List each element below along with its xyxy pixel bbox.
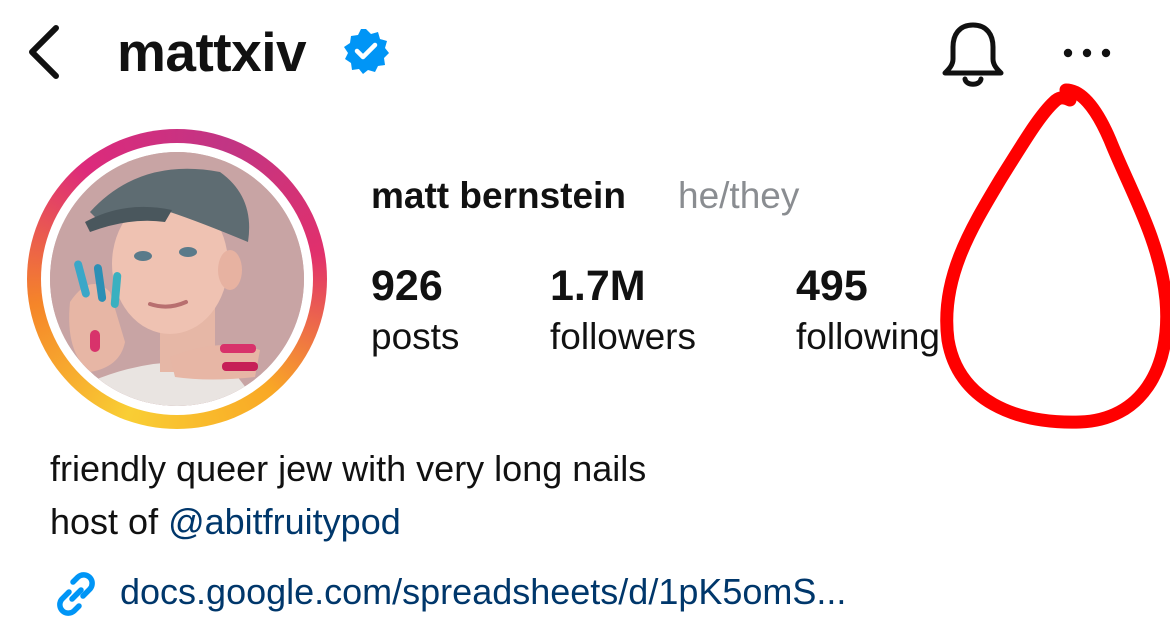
- bio-mention-link[interactable]: @abitfruitypod: [168, 501, 401, 542]
- back-button[interactable]: [18, 20, 78, 84]
- following-count[interactable]: 495: [796, 261, 868, 311]
- pronouns: he/they: [678, 175, 800, 216]
- bell-icon: [942, 22, 1004, 87]
- posts-count[interactable]: 926: [371, 261, 443, 311]
- more-options-button[interactable]: [1058, 38, 1118, 68]
- link-icon: [48, 566, 104, 622]
- verified-badge-icon: [342, 27, 390, 75]
- display-name: matt bernstein: [371, 175, 626, 216]
- followers-count[interactable]: 1.7M: [550, 261, 646, 311]
- posts-label[interactable]: posts: [371, 314, 459, 360]
- bio-external-link[interactable]: docs.google.com/spreadsheets/d/1pK5omS..…: [120, 569, 846, 615]
- red-circle-annotation: [940, 83, 1170, 429]
- bio-host-prefix: host of: [50, 501, 169, 542]
- profile-username: mattxiv: [117, 21, 307, 83]
- back-chevron-icon: [29, 25, 59, 79]
- more-options-icon: [1063, 48, 1111, 58]
- notifications-button[interactable]: [937, 15, 1009, 93]
- bio-host-line: host of @abitfruitypod: [50, 499, 401, 545]
- bio-text: friendly queer jew with very long nails: [50, 448, 647, 489]
- followers-label[interactable]: followers: [550, 314, 696, 360]
- avatar-photo: [50, 152, 304, 406]
- avatar[interactable]: [50, 152, 304, 406]
- following-label[interactable]: following: [796, 314, 954, 360]
